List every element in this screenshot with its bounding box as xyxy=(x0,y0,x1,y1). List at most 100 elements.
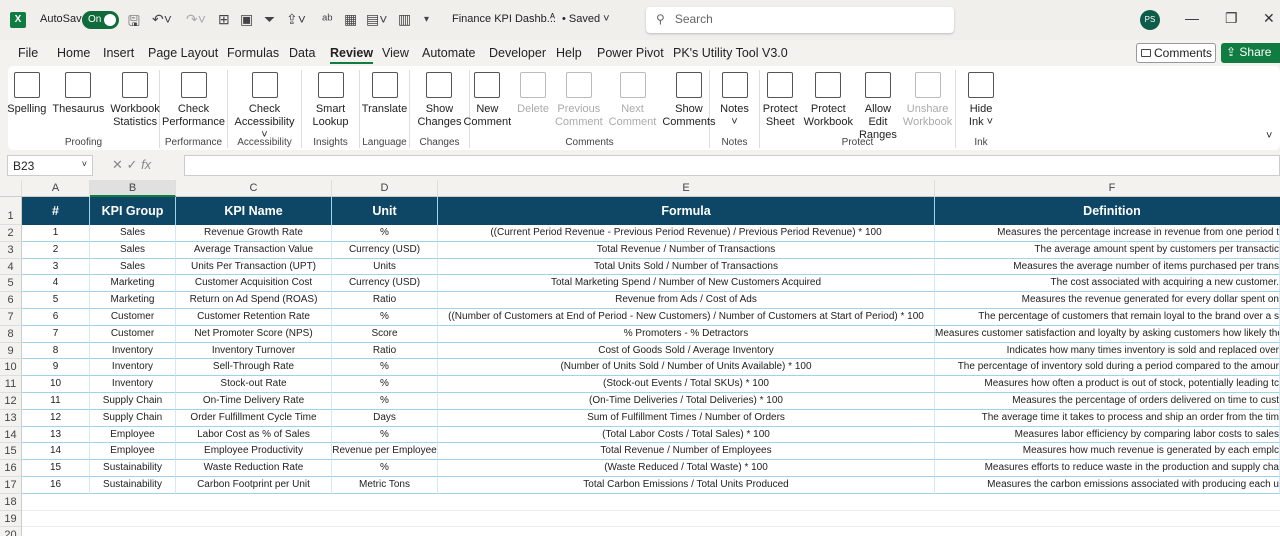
table-cell[interactable]: Sum of Fulfillment Times / Number of Ord… xyxy=(438,409,935,427)
table-cell[interactable]: Measures the average number of items pur… xyxy=(935,258,1280,276)
table-cell[interactable]: 1 xyxy=(22,225,90,242)
table-cell[interactable]: Measures customer satisfaction and loyal… xyxy=(935,325,1280,343)
row-header[interactable]: 13 xyxy=(0,409,22,427)
table-cell[interactable]: 4 xyxy=(22,275,90,293)
table-cell[interactable]: 12 xyxy=(22,409,90,427)
calculator-icon[interactable]: ▤˅ xyxy=(366,11,387,28)
table-cell[interactable]: % xyxy=(332,225,438,242)
share-icon[interactable]: ⇪˅ xyxy=(286,11,306,28)
table-cell[interactable]: Days xyxy=(332,409,438,427)
tab-view[interactable]: View xyxy=(382,46,409,60)
table-cell[interactable]: Supply Chain xyxy=(90,393,176,410)
undo-icon[interactable]: ↶˅ xyxy=(152,11,172,28)
row-header[interactable]: 10 xyxy=(0,359,22,377)
formula-input[interactable] xyxy=(184,155,1280,176)
table-cell[interactable]: Revenue from Ads / Cost of Ads xyxy=(438,292,935,309)
saved-status[interactable]: • Saved ˅ xyxy=(562,13,610,25)
table-cell[interactable]: 16 xyxy=(22,477,90,494)
table-cell[interactable]: % xyxy=(332,460,438,477)
table-cell[interactable]: Measures how often a product is out of s… xyxy=(935,376,1280,393)
table-cell[interactable]: Marketing xyxy=(90,292,176,309)
column-header-c[interactable]: C xyxy=(176,180,332,197)
table-cell[interactable]: Measures labor efficiency by comparing l… xyxy=(935,426,1280,444)
table-cell[interactable]: Employee Productivity xyxy=(176,443,332,461)
table-cell[interactable]: 2 xyxy=(22,241,90,259)
spreadsheet-grid[interactable]: ABCDEF1⌂#KPI GroupKPI NameUnitFormulaDef… xyxy=(0,180,1280,536)
header-definition[interactable]: Definition xyxy=(935,197,1280,225)
table-cell[interactable]: Carbon Footprint per Unit xyxy=(176,477,332,494)
table-cell[interactable]: Metric Tons xyxy=(332,477,438,494)
name-box[interactable]: B23 ˅ xyxy=(7,155,93,176)
table-cell[interactable]: Total Marketing Spend / Number of New Cu… xyxy=(438,275,935,293)
row-header[interactable]: 2 xyxy=(0,225,22,242)
table-cell[interactable]: 14 xyxy=(22,443,90,461)
tab-file[interactable]: File xyxy=(18,46,38,60)
table-cell[interactable]: (Number of Units Sold / Number of Units … xyxy=(438,359,935,377)
table-cell[interactable]: Sales xyxy=(90,225,176,242)
table-cell[interactable]: Revenue per Employee xyxy=(332,443,438,461)
table-cell[interactable]: 13 xyxy=(22,426,90,444)
table-cell[interactable]: Supply Chain xyxy=(90,409,176,427)
table-cell[interactable]: Total Carbon Emissions / Total Units Pro… xyxy=(438,477,935,494)
empty-row[interactable] xyxy=(22,494,1280,511)
table-cell[interactable]: (Stock-out Events / Total SKUs) * 100 xyxy=(438,376,935,393)
table-cell[interactable]: % xyxy=(332,393,438,410)
column-header-d[interactable]: D xyxy=(332,180,438,197)
row-header[interactable]: 19 xyxy=(0,510,22,528)
tab-home[interactable]: Home xyxy=(57,46,90,60)
header-unit[interactable]: Unit xyxy=(332,197,438,225)
search-box[interactable]: ⚲ Search xyxy=(646,7,954,33)
autosave-toggle[interactable]: On xyxy=(82,11,119,29)
tab-developer[interactable]: Developer xyxy=(489,46,546,60)
row-header[interactable]: 1 xyxy=(0,197,22,225)
row-header[interactable]: 18 xyxy=(0,493,22,511)
calculator2-icon[interactable]: ▥ xyxy=(398,11,411,28)
table-cell[interactable]: Customer Retention Rate xyxy=(176,309,332,326)
table-cell[interactable]: 15 xyxy=(22,460,90,477)
table-cell[interactable]: Currency (USD) xyxy=(332,241,438,259)
table-cell[interactable]: Currency (USD) xyxy=(332,275,438,293)
table-cell[interactable]: The average amount spent by customers pe… xyxy=(935,241,1280,259)
tab-data[interactable]: Data xyxy=(289,46,315,60)
table-cell[interactable]: Employee xyxy=(90,426,176,444)
header-formula[interactable]: Formula xyxy=(438,197,935,225)
comments-button[interactable]: Comments xyxy=(1136,43,1216,63)
spelling-qa-icon[interactable]: ᵃᵇ xyxy=(322,11,333,27)
table-cell[interactable]: Employee xyxy=(90,443,176,461)
table-cell[interactable]: Inventory xyxy=(90,342,176,360)
column-header-a[interactable]: A xyxy=(22,180,90,197)
row-header[interactable]: 4 xyxy=(0,258,22,276)
tab-page-layout[interactable]: Page Layout xyxy=(148,46,218,60)
table-cell[interactable]: Sales xyxy=(90,241,176,259)
table-cell[interactable]: The percentage of inventory sold during … xyxy=(935,359,1280,377)
header-kpi-name[interactable]: KPI Name xyxy=(176,197,332,225)
table-cell[interactable]: % xyxy=(332,376,438,393)
table-cell[interactable]: (Waste Reduced / Total Waste) * 100 xyxy=(438,460,935,477)
table-cell[interactable]: 6 xyxy=(22,309,90,326)
empty-row[interactable] xyxy=(22,527,1280,536)
row-header[interactable]: 5 xyxy=(0,275,22,293)
table-cell[interactable]: Net Promoter Score (NPS) xyxy=(176,325,332,343)
document-title[interactable]: Finance KPI Dashb... xyxy=(452,13,556,25)
table-cell[interactable]: Waste Reduction Rate xyxy=(176,460,332,477)
table-cell[interactable]: % xyxy=(332,426,438,444)
table-cell[interactable]: 10 xyxy=(22,376,90,393)
table-cell[interactable]: Total Units Sold / Number of Transaction… xyxy=(438,258,935,276)
row-header[interactable]: 9 xyxy=(0,342,22,360)
table-cell[interactable]: Sales xyxy=(90,258,176,276)
table-cell[interactable]: 5 xyxy=(22,292,90,309)
table-cell[interactable]: Sell-Through Rate xyxy=(176,359,332,377)
table-cell[interactable]: Inventory xyxy=(90,376,176,393)
table-cell[interactable]: Measures how much revenue is generated b… xyxy=(935,443,1280,461)
table-cell[interactable]: Customer xyxy=(90,309,176,326)
table-cell[interactable]: Ratio xyxy=(332,342,438,360)
tab-help[interactable]: Help xyxy=(556,46,582,60)
header-#[interactable]: # xyxy=(22,197,90,225)
picture-icon[interactable]: ▣ xyxy=(240,11,253,28)
table-cell[interactable]: Measures the percentage of orders delive… xyxy=(935,393,1280,410)
table-cell[interactable]: Ratio xyxy=(332,292,438,309)
borders-icon[interactable]: ⊞ xyxy=(218,11,230,28)
table-cell[interactable]: (Total Labor Costs / Total Sales) * 100 xyxy=(438,426,935,444)
table-cell[interactable]: Labor Cost as % of Sales xyxy=(176,426,332,444)
select-all[interactable] xyxy=(0,180,22,197)
